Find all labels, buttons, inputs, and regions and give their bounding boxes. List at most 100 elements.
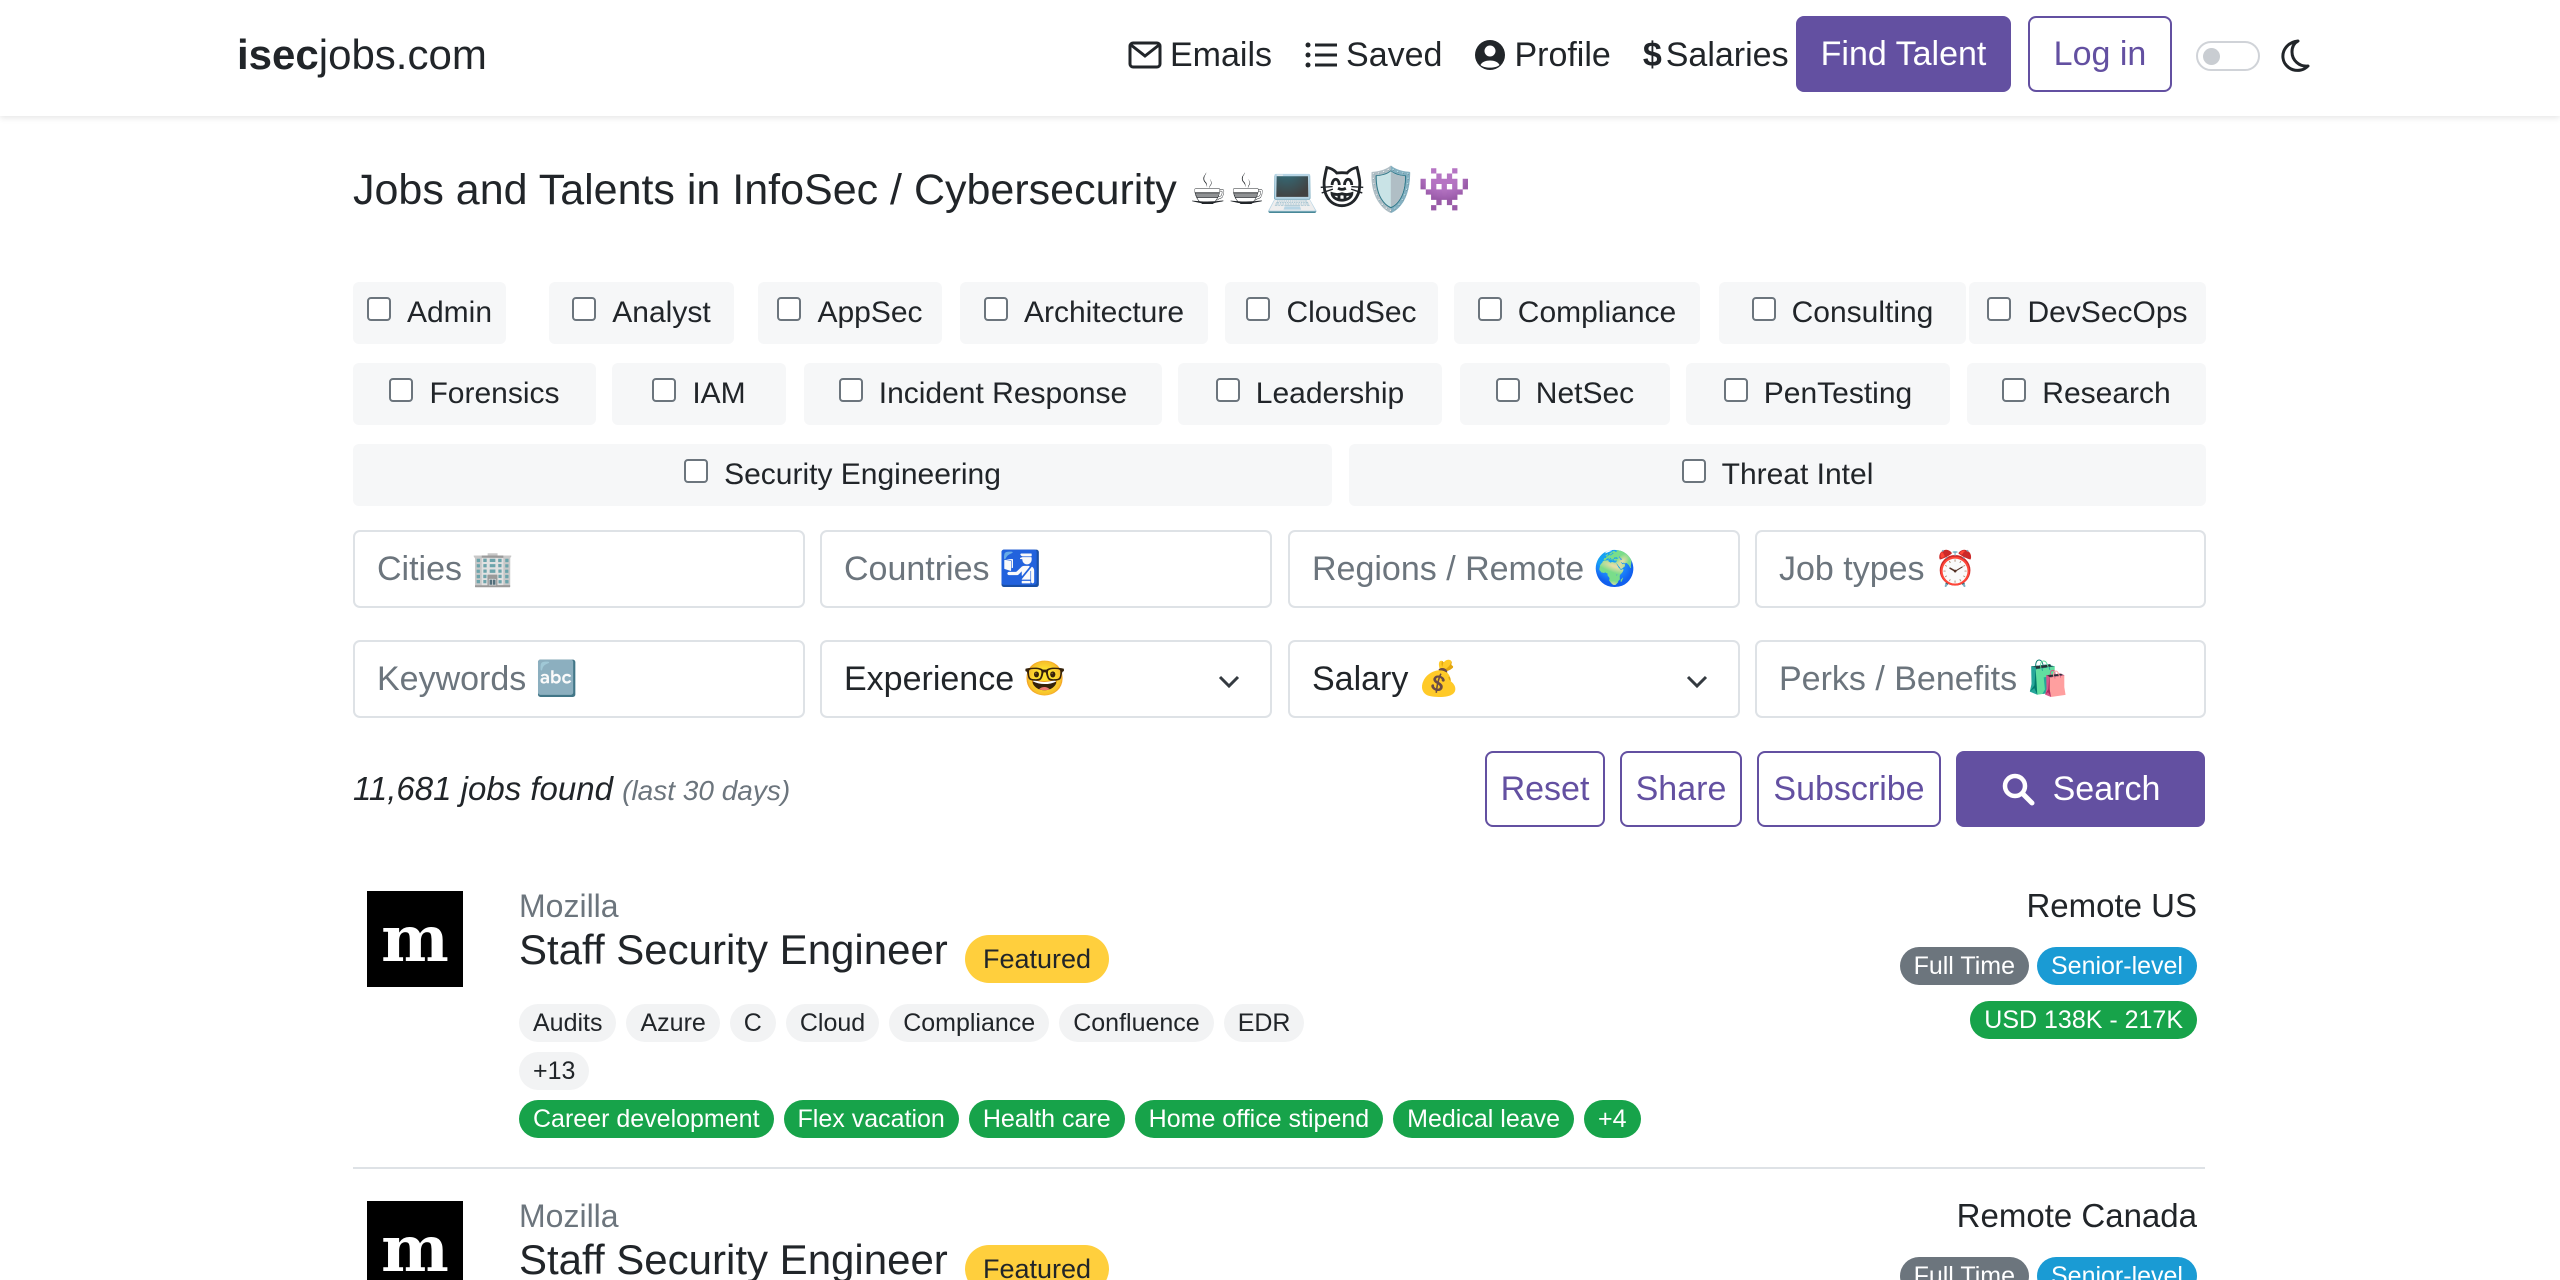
find-talent-button[interactable]: Find Talent bbox=[1796, 16, 2011, 92]
perk-tag[interactable]: +4 bbox=[1584, 1100, 1641, 1138]
perk-tags: Career development Flex vacation Health … bbox=[519, 1100, 1651, 1138]
brand-logo[interactable]: isecjobs.com bbox=[237, 31, 487, 79]
checkbox[interactable] bbox=[1495, 378, 1520, 402]
skill-tag[interactable]: Audits bbox=[519, 1004, 617, 1042]
job-divider bbox=[353, 1167, 2205, 1169]
job-card[interactable]: m Mozilla Staff Security Engineer Featur… bbox=[353, 1190, 2205, 1280]
checkbox[interactable] bbox=[838, 378, 863, 402]
page-title: Jobs and Talents in InfoSec / Cybersecur… bbox=[353, 166, 1472, 214]
user-circle-icon bbox=[1475, 40, 1506, 70]
dollar-icon: $ bbox=[1642, 35, 1662, 74]
perks-input[interactable]: Perks / Benefits 🛍️ bbox=[1755, 640, 2206, 718]
nav-emails-link[interactable]: Emails bbox=[1128, 30, 1272, 80]
perk-tag[interactable]: Home office stipend bbox=[1134, 1100, 1384, 1138]
perk-tag[interactable]: Flex vacation bbox=[783, 1100, 959, 1138]
category-iam[interactable]: IAM bbox=[612, 363, 786, 425]
checkbox[interactable] bbox=[366, 297, 391, 321]
company-logo: m bbox=[367, 891, 463, 987]
category-architecture[interactable]: Architecture bbox=[960, 282, 1208, 344]
experience-select[interactable]: Experience 🤓 bbox=[820, 640, 1272, 718]
moon-icon bbox=[2281, 39, 2310, 72]
category-threat-intel[interactable]: Threat Intel bbox=[1349, 444, 2206, 506]
countries-input[interactable]: Countries 🛂 bbox=[820, 530, 1272, 608]
company-name[interactable]: Mozilla bbox=[519, 1198, 619, 1235]
toggle-knob bbox=[2203, 48, 2220, 65]
job-card[interactable]: m Mozilla Staff Security Engineer Featur… bbox=[353, 880, 2205, 1160]
checkbox[interactable] bbox=[1751, 297, 1776, 321]
nav-salaries-link[interactable]: $ Salaries bbox=[1643, 30, 1789, 80]
search-button[interactable]: Search bbox=[1956, 751, 2205, 827]
job-level-badge: Senior-level bbox=[2036, 947, 2197, 985]
checkbox[interactable] bbox=[652, 378, 677, 402]
skill-tag[interactable]: Azure bbox=[626, 1004, 720, 1042]
perk-tag[interactable]: Medical leave bbox=[1393, 1100, 1575, 1138]
featured-badge: Featured bbox=[965, 935, 1110, 983]
dark-mode-toggle[interactable] bbox=[2196, 41, 2260, 71]
company-name[interactable]: Mozilla bbox=[519, 888, 619, 925]
skill-tag[interactable]: EDR bbox=[1223, 1004, 1305, 1042]
category-appsec[interactable]: AppSec bbox=[758, 282, 942, 344]
checkbox[interactable] bbox=[2002, 378, 2027, 402]
skill-tag[interactable]: Cloud bbox=[785, 1004, 880, 1042]
checkbox[interactable] bbox=[684, 459, 709, 483]
category-pentesting[interactable]: PenTesting bbox=[1686, 363, 1950, 425]
results-count: 11,681 jobs found (last 30 days) bbox=[353, 770, 791, 807]
category-cloudsec[interactable]: CloudSec bbox=[1225, 282, 1438, 344]
category-compliance[interactable]: Compliance bbox=[1454, 282, 1700, 344]
chevron-down-icon bbox=[1686, 675, 1708, 689]
category-forensics[interactable]: Forensics bbox=[353, 363, 596, 425]
category-security-engineering[interactable]: Security Engineering bbox=[353, 444, 1332, 506]
category-admin[interactable]: Admin bbox=[353, 282, 506, 344]
company-logo: m bbox=[367, 1201, 463, 1280]
nav-profile-link[interactable]: Profile bbox=[1474, 30, 1611, 80]
category-incident-response[interactable]: Incident Response bbox=[804, 363, 1162, 425]
checkbox[interactable] bbox=[983, 297, 1008, 321]
login-button[interactable]: Log in bbox=[2028, 16, 2172, 92]
category-devsecops[interactable]: DevSecOps bbox=[1969, 282, 2206, 344]
category-leadership[interactable]: Leadership bbox=[1178, 363, 1442, 425]
more-tags: +13 bbox=[519, 1052, 599, 1090]
skill-tag[interactable]: C bbox=[729, 1004, 776, 1042]
salary-badges: USD 138K - 217K bbox=[1962, 1001, 2197, 1039]
checkbox[interactable] bbox=[1215, 378, 1240, 402]
keywords-input[interactable]: Keywords 🔤 bbox=[353, 640, 805, 718]
job-badges: Full Time Senior-level bbox=[1892, 1257, 2197, 1280]
job-types-input[interactable]: Job types ⏰ bbox=[1755, 530, 2206, 608]
salary-badge: USD 138K - 217K bbox=[1970, 1001, 2197, 1039]
share-button[interactable]: Share bbox=[1620, 751, 1742, 827]
category-netsec[interactable]: NetSec bbox=[1460, 363, 1670, 425]
more-tags-badge[interactable]: +13 bbox=[519, 1052, 590, 1090]
envelope-icon bbox=[1128, 41, 1162, 69]
job-location: Remote Canada bbox=[1956, 1197, 2197, 1234]
job-title[interactable]: Staff Security Engineer bbox=[519, 1236, 948, 1280]
job-type-badge: Full Time bbox=[1899, 1257, 2029, 1280]
salary-select[interactable]: Salary 💰 bbox=[1288, 640, 1740, 718]
perk-tag[interactable]: Health care bbox=[968, 1100, 1125, 1138]
checkbox[interactable] bbox=[1246, 297, 1271, 321]
job-badges: Full Time Senior-level bbox=[1892, 947, 2197, 985]
skill-tag[interactable]: Compliance bbox=[889, 1004, 1050, 1042]
featured-badge: Featured bbox=[965, 1245, 1110, 1280]
reset-button[interactable]: Reset bbox=[1485, 751, 1605, 827]
skill-tag[interactable]: Confluence bbox=[1059, 1004, 1214, 1042]
job-type-badge: Full Time bbox=[1899, 947, 2029, 985]
cities-input[interactable]: Cities 🏢 bbox=[353, 530, 805, 608]
subscribe-button[interactable]: Subscribe bbox=[1757, 751, 1941, 827]
top-navbar: isecjobs.com Emails Saved Profile $ Sala… bbox=[0, 0, 2560, 116]
checkbox[interactable] bbox=[1987, 297, 2012, 321]
category-consulting[interactable]: Consulting bbox=[1719, 282, 1966, 344]
checkbox[interactable] bbox=[1477, 297, 1502, 321]
checkbox[interactable] bbox=[777, 297, 802, 321]
skill-tags: Audits Azure C Cloud Compliance Confluen… bbox=[519, 1004, 1314, 1042]
nav-saved-link[interactable]: Saved bbox=[1304, 30, 1442, 80]
checkbox[interactable] bbox=[389, 378, 414, 402]
category-research[interactable]: Research bbox=[1967, 363, 2206, 425]
checkbox[interactable] bbox=[572, 297, 597, 321]
regions-input[interactable]: Regions / Remote 🌍 bbox=[1288, 530, 1740, 608]
perk-tag[interactable]: Career development bbox=[519, 1100, 774, 1138]
list-icon bbox=[1305, 42, 1338, 68]
checkbox[interactable] bbox=[1723, 378, 1748, 402]
checkbox[interactable] bbox=[1681, 459, 1706, 483]
job-title[interactable]: Staff Security Engineer bbox=[519, 926, 948, 974]
category-analyst[interactable]: Analyst bbox=[549, 282, 734, 344]
